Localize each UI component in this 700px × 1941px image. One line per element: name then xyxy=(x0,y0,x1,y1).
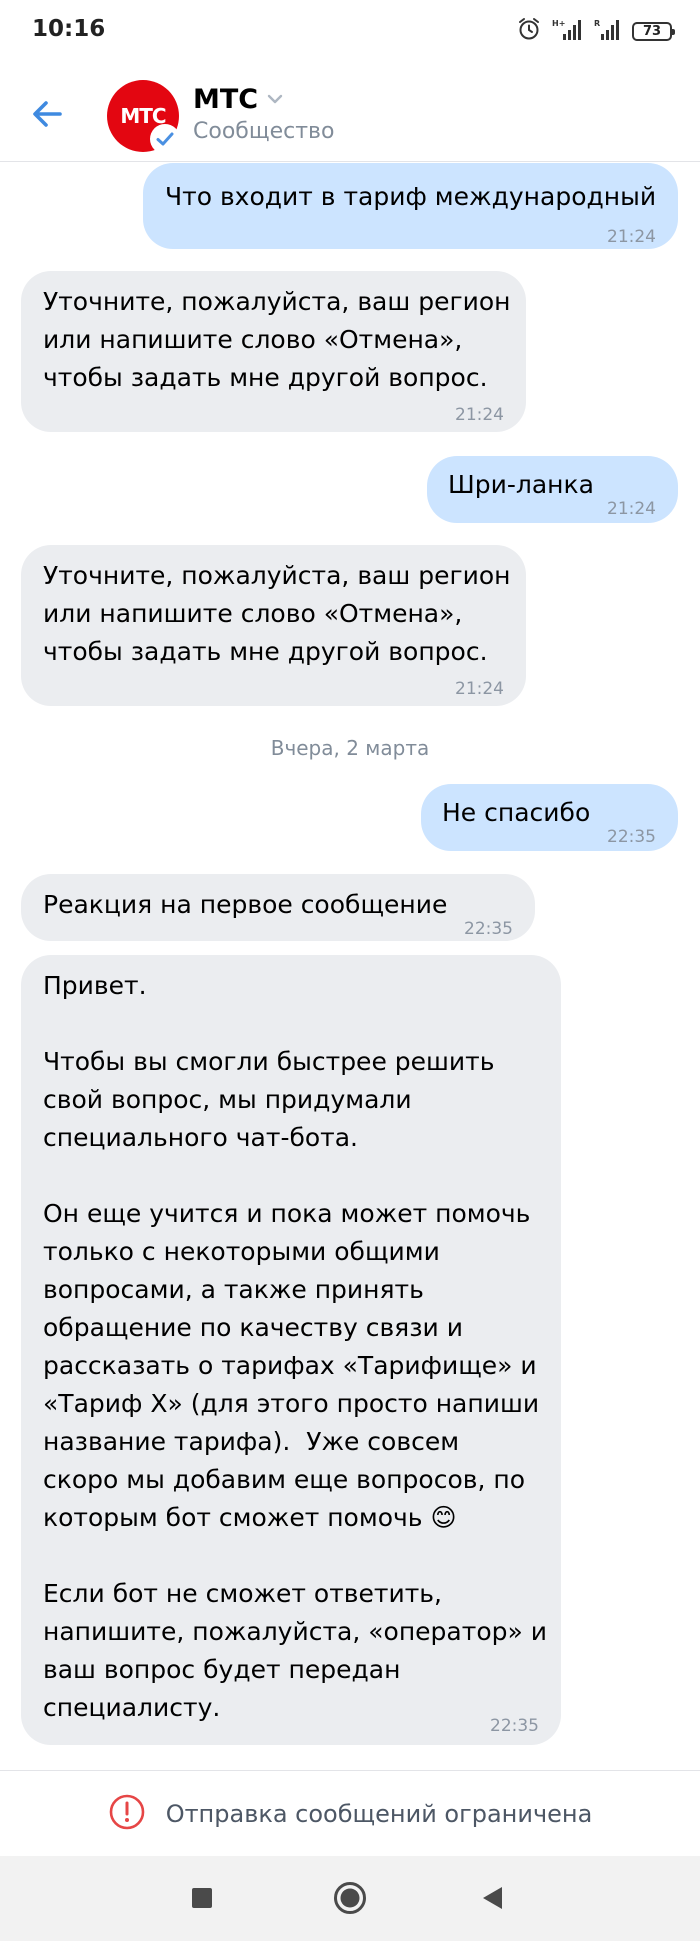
triangle-back-icon xyxy=(483,1887,502,1909)
battery-icon: 73 xyxy=(632,21,675,41)
message-outgoing[interactable]: Не спасибо 22:35 xyxy=(421,784,678,851)
arrow-left-icon xyxy=(33,101,62,127)
square-icon xyxy=(192,1888,212,1908)
message-text: Что входит в тариф международный xyxy=(165,182,657,211)
message-time: 21:24 xyxy=(455,679,504,699)
message-time: 22:35 xyxy=(464,919,513,939)
chat-subtitle: Сообщество xyxy=(193,119,335,144)
message-time: 22:35 xyxy=(607,827,656,847)
message-text: Не спасибо xyxy=(442,798,591,827)
svg-text:R: R xyxy=(594,19,600,28)
chat-header: МТС МТС Сообщество xyxy=(0,62,700,162)
messaging-restricted-bar: Отправка сообщений ограничена xyxy=(0,1770,700,1856)
message-time: 21:24 xyxy=(607,499,656,519)
alert-circle-icon xyxy=(108,1793,146,1835)
system-nav-bar xyxy=(0,1856,700,1941)
message-incoming[interactable]: Уточните, пожалуйста, ваш регион или нап… xyxy=(21,545,526,706)
restriction-text: Отправка сообщений ограничена xyxy=(165,1799,593,1828)
recents-button[interactable] xyxy=(190,1886,214,1914)
message-time: 21:24 xyxy=(607,227,656,247)
signal-2-icon: R xyxy=(594,17,622,45)
svg-text:H+: H+ xyxy=(552,19,565,28)
chat-title: МТС xyxy=(193,84,259,115)
status-icons: H+ R 73 xyxy=(516,16,675,46)
message-list[interactable]: Что входит в тариф международный 21:24 У… xyxy=(0,162,700,1770)
message-text: Уточните, пожалуйста, ваш регион или нап… xyxy=(43,561,511,666)
message-text: Шри-ланка xyxy=(448,470,594,499)
verified-badge xyxy=(150,124,180,154)
message-outgoing[interactable]: Что входит в тариф международный 21:24 xyxy=(143,163,678,249)
signal-1-icon: H+ xyxy=(552,17,584,45)
chat-title-block[interactable]: МТС Сообщество xyxy=(193,84,334,144)
back-button[interactable] xyxy=(26,92,70,136)
checkmark-icon xyxy=(153,127,177,151)
chat-screen: 10:16 H+ R 73 МТС МТС Сообщество Что вхо… xyxy=(0,0,700,1941)
message-incoming[interactable]: Реакция на первое сообщение 22:35 xyxy=(21,874,535,941)
message-outgoing[interactable]: Шри-ланка 21:24 xyxy=(427,456,678,523)
home-circle-icon xyxy=(334,1882,366,1914)
status-time: 10:16 xyxy=(32,16,106,42)
back-nav-button[interactable] xyxy=(480,1885,504,1915)
message-time: 22:35 xyxy=(490,1716,539,1736)
message-time: 21:24 xyxy=(455,405,504,425)
message-incoming[interactable]: Привет. Чтобы вы смогли быстрее решить с… xyxy=(21,955,561,1745)
date-separator: Вчера, 2 марта xyxy=(270,736,430,760)
message-text: Уточните, пожалуйста, ваш регион или нап… xyxy=(43,287,511,392)
status-bar: 10:16 H+ R 73 xyxy=(0,0,700,62)
message-incoming[interactable]: Уточните, пожалуйста, ваш регион или нап… xyxy=(21,271,526,432)
message-text: Привет. Чтобы вы смогли быстрее решить с… xyxy=(43,971,547,1722)
chevron-down-icon xyxy=(266,90,284,109)
home-button[interactable] xyxy=(333,1881,367,1919)
message-text: Реакция на первое сообщение xyxy=(43,890,448,919)
alarm-icon xyxy=(516,16,542,46)
